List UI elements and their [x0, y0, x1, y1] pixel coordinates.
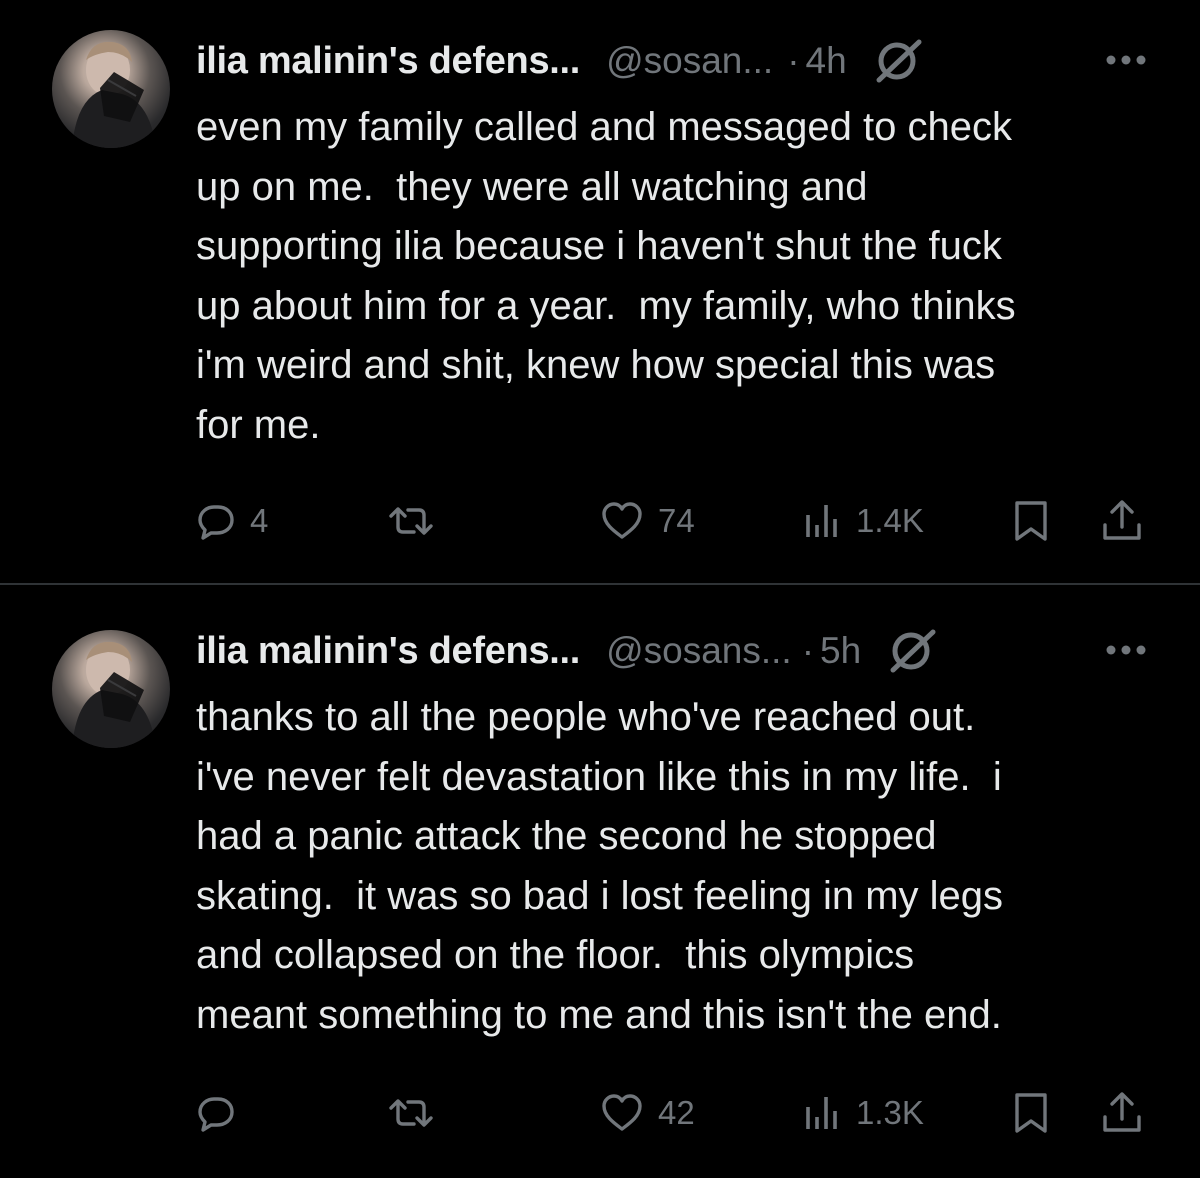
reply-button[interactable]: [196, 1088, 250, 1138]
retweet-icon: [389, 1099, 433, 1127]
share-button[interactable]: [1100, 496, 1144, 546]
views-icon: [806, 505, 837, 537]
tweet-header: ilia malinin's defens... @sosan... · 4h: [196, 36, 1156, 86]
like-icon: [602, 502, 642, 539]
more-icon[interactable]: [1104, 638, 1148, 662]
tweet[interactable]: ilia malinin's defens... @sosans... · 5h…: [0, 586, 1200, 1178]
status-icon: [890, 629, 936, 673]
tweet-divider: [0, 583, 1200, 585]
like-count: 74: [658, 502, 695, 539]
views-icon: [806, 1097, 837, 1129]
tweet-actions: 42 1.3K: [196, 1088, 1146, 1138]
display-name[interactable]: ilia malinin's defens...: [196, 630, 580, 673]
views-button[interactable]: 1.3K: [802, 1088, 924, 1138]
status-icon: [876, 39, 922, 83]
separator: ·: [801, 630, 815, 671]
share-button[interactable]: [1100, 1088, 1144, 1138]
bookmark-icon: [1015, 501, 1047, 541]
retweet-button[interactable]: [388, 1088, 448, 1138]
handle[interactable]: @sosan...: [606, 40, 773, 82]
avatar[interactable]: [52, 30, 170, 148]
more-icon[interactable]: [1104, 48, 1148, 72]
avatar[interactable]: [52, 630, 170, 748]
timestamp[interactable]: 5h: [820, 630, 861, 672]
like-button[interactable]: 74: [600, 496, 695, 546]
bookmark-button[interactable]: [1012, 496, 1050, 546]
tweet-actions: 4 74 1.4K: [196, 496, 1146, 546]
share-icon: [1103, 500, 1141, 540]
retweet-icon: [389, 507, 433, 535]
separator: ·: [787, 40, 800, 81]
tweet[interactable]: ilia malinin's defens... @sosan... · 4h …: [0, 0, 1200, 584]
handle[interactable]: @sosans...: [606, 630, 792, 672]
reply-count: 4: [250, 502, 269, 539]
bookmark-button[interactable]: [1012, 1088, 1050, 1138]
views-count: 1.3K: [856, 1094, 924, 1131]
views-button[interactable]: 1.4K: [802, 496, 924, 546]
retweet-button[interactable]: [388, 496, 448, 546]
views-count: 1.4K: [856, 502, 924, 539]
like-count: 42: [658, 1094, 695, 1131]
reply-button[interactable]: 4: [196, 496, 268, 546]
timestamp[interactable]: 4h: [806, 40, 847, 82]
reply-icon: [198, 505, 234, 540]
like-icon: [602, 1094, 642, 1131]
tweet-text: thanks to all the people who've reached …: [196, 695, 1004, 1037]
reply-icon: [198, 1097, 234, 1132]
bookmark-icon: [1015, 1093, 1047, 1133]
tweet-text: even my family called and messaged to ch…: [196, 105, 1016, 447]
display-name[interactable]: ilia malinin's defens...: [196, 40, 580, 83]
share-icon: [1103, 1092, 1141, 1132]
tweet-header: ilia malinin's defens... @sosans... · 5h: [196, 626, 1156, 676]
like-button[interactable]: 42: [600, 1088, 695, 1138]
